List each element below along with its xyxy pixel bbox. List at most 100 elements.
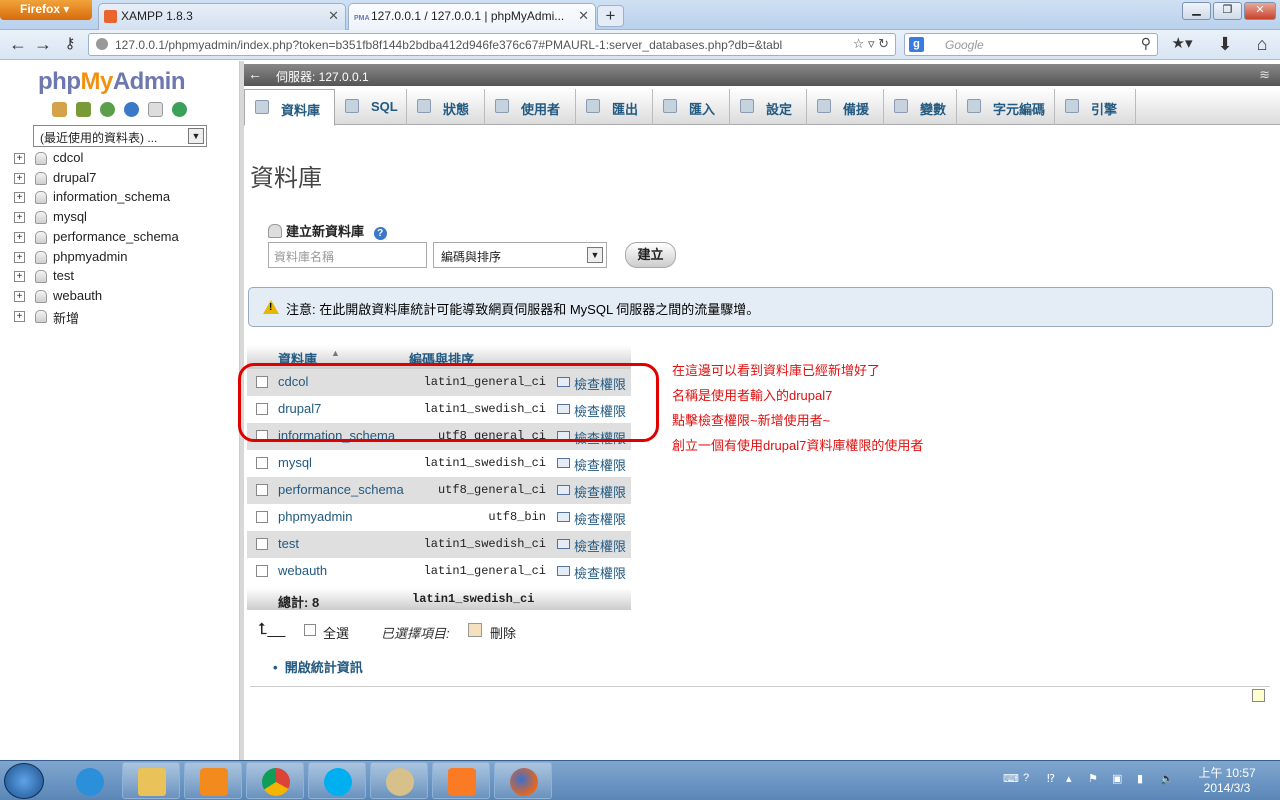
select-all-label[interactable]: 全選: [323, 623, 349, 642]
phpmyadmin-logo[interactable]: phpMyAdmin: [38, 68, 186, 96]
server-label[interactable]: 伺服器: 127.0.0.1: [276, 68, 369, 85]
create-button[interactable]: 建立: [625, 242, 676, 268]
console-icon[interactable]: [1252, 689, 1265, 702]
help-icon[interactable]: ?: [373, 227, 387, 240]
tab-phpmyadmin[interactable]: PMA 127.0.0.1 / 127.0.0.1 | phpMyAdmi...…: [348, 3, 596, 30]
new-tab-button[interactable]: +: [597, 5, 624, 27]
expand-icon[interactable]: +: [14, 153, 25, 164]
expand-icon[interactable]: +: [14, 271, 25, 283]
minimize-button[interactable]: ▁: [1182, 2, 1211, 20]
taskbar-chrome[interactable]: [246, 762, 304, 799]
reload-icon[interactable]: ☆ ▿ ↻: [853, 36, 889, 52]
tab-engines[interactable]: 引擎: [1055, 89, 1136, 125]
database-name-link[interactable]: webauth: [278, 563, 327, 578]
google-engine-icon[interactable]: g: [909, 37, 924, 52]
privileges-icon[interactable]: [557, 539, 570, 549]
database-label[interactable]: test: [53, 268, 74, 283]
expand-icon[interactable]: +: [14, 290, 25, 302]
delete-icon[interactable]: [468, 623, 482, 637]
expand-icon[interactable]: +: [14, 192, 25, 204]
expand-icon[interactable]: +: [14, 310, 25, 322]
privileges-icon[interactable]: [557, 485, 570, 495]
database-label[interactable]: information_schema: [53, 189, 170, 204]
taskbar-skype[interactable]: [308, 762, 366, 799]
database-name-link[interactable]: test: [278, 536, 299, 551]
help-tray-icon[interactable]: ?: [1023, 772, 1037, 786]
delete-label[interactable]: 刪除: [490, 623, 516, 642]
database-label[interactable]: cdcol: [53, 150, 83, 165]
tab-replication[interactable]: 備援: [807, 89, 884, 125]
firefox-menu-button[interactable]: Firefox ▾: [0, 0, 92, 20]
identity-key-icon[interactable]: ⚷: [58, 33, 82, 57]
taskbar-firefox[interactable]: [494, 762, 552, 799]
taskbar-explorer[interactable]: [122, 762, 180, 799]
row-checkbox[interactable]: [256, 457, 268, 469]
close-tab-icon[interactable]: ✕: [578, 8, 589, 24]
check-privileges-link[interactable]: 檢查權限: [574, 536, 626, 555]
url-bar[interactable]: 127.0.0.1/phpmyadmin/index.php?token=b35…: [88, 33, 896, 56]
taskbar-ie[interactable]: [60, 762, 118, 799]
expand-icon[interactable]: +: [14, 212, 25, 224]
tab-charsets[interactable]: 字元編碼: [957, 89, 1055, 125]
system-clock[interactable]: 上午 10:57 2014/3/3: [1188, 766, 1266, 796]
close-tab-icon[interactable]: ✕: [328, 8, 339, 24]
volume-icon[interactable]: 🔈: [1160, 772, 1174, 786]
collapse-navigation-icon[interactable]: ←: [248, 66, 262, 82]
keyboard-icon[interactable]: ⌨: [1003, 772, 1019, 786]
forward-icon[interactable]: →: [33, 33, 53, 57]
search-bar[interactable]: g Google ⚲: [904, 33, 1158, 56]
database-label[interactable]: drupal7: [53, 170, 96, 185]
tab-status[interactable]: 狀態: [407, 89, 485, 125]
database-label[interactable]: 新增: [53, 308, 79, 327]
tab-export[interactable]: 匯出: [576, 89, 653, 125]
privileges-icon[interactable]: [557, 512, 570, 522]
network-icon[interactable]: ▮: [1137, 772, 1151, 786]
privileges-icon[interactable]: [557, 458, 570, 468]
taskbar-paint[interactable]: [370, 762, 428, 799]
check-privileges-link[interactable]: 檢查權限: [574, 509, 626, 528]
maximize-button[interactable]: ❐: [1213, 2, 1242, 20]
check-privileges-link[interactable]: 檢查權限: [574, 482, 626, 501]
help-icon[interactable]: [124, 102, 139, 117]
database-label[interactable]: webauth: [53, 288, 102, 303]
tab-users[interactable]: 使用者: [485, 89, 576, 125]
tab-sql[interactable]: SQL: [335, 89, 407, 125]
search-icon[interactable]: ⚲: [1141, 35, 1151, 52]
start-button[interactable]: [4, 763, 44, 799]
expand-icon[interactable]: +: [14, 231, 25, 243]
row-checkbox[interactable]: [256, 565, 268, 577]
bookmarks-icon[interactable]: ★▾: [1168, 33, 1196, 57]
enable-statistics-link[interactable]: • 開啟統計資訊: [273, 657, 363, 676]
tab-variables[interactable]: 變數: [884, 89, 957, 125]
home-icon[interactable]: [52, 102, 67, 117]
flag-icon[interactable]: ⚑: [1088, 772, 1102, 786]
tab-xampp[interactable]: XAMPP 1.8.3 ✕: [98, 3, 346, 30]
expand-icon[interactable]: +: [14, 251, 25, 263]
enable-statistics-label[interactable]: 開啟統計資訊: [285, 660, 363, 675]
database-label[interactable]: mysql: [53, 209, 87, 224]
language-icon[interactable]: ⁉: [1047, 772, 1061, 786]
downloads-icon[interactable]: ⬇: [1214, 33, 1236, 57]
tab-settings[interactable]: 設定: [730, 89, 807, 125]
database-label[interactable]: phpmyadmin: [53, 249, 127, 264]
tab-databases[interactable]: 資料庫: [244, 89, 335, 126]
back-icon[interactable]: ←: [6, 33, 30, 57]
select-all-checkbox[interactable]: [304, 624, 316, 636]
row-checkbox[interactable]: [256, 538, 268, 550]
check-privileges-link[interactable]: 檢查權限: [574, 563, 626, 582]
collation-select[interactable]: 編碼與排序 ▼: [433, 242, 607, 268]
taskbar-media-player[interactable]: [184, 762, 242, 799]
show-hidden-icons[interactable]: ▴: [1066, 772, 1080, 786]
query-window-icon[interactable]: [100, 102, 115, 117]
expand-icon[interactable]: +: [14, 172, 25, 184]
home-icon[interactable]: ⌂: [1250, 33, 1274, 57]
privileges-icon[interactable]: [557, 566, 570, 576]
logout-icon[interactable]: [76, 102, 91, 117]
database-name-input[interactable]: 資料庫名稱: [268, 242, 427, 268]
database-name-link[interactable]: performance_schema: [278, 482, 404, 497]
tab-import[interactable]: 匯入: [653, 89, 730, 125]
database-label[interactable]: performance_schema: [53, 229, 179, 244]
row-checkbox[interactable]: [256, 484, 268, 496]
taskbar-xampp[interactable]: [432, 762, 490, 799]
recent-tables-select[interactable]: (最近使用的資料表) ... ▼: [33, 125, 207, 147]
